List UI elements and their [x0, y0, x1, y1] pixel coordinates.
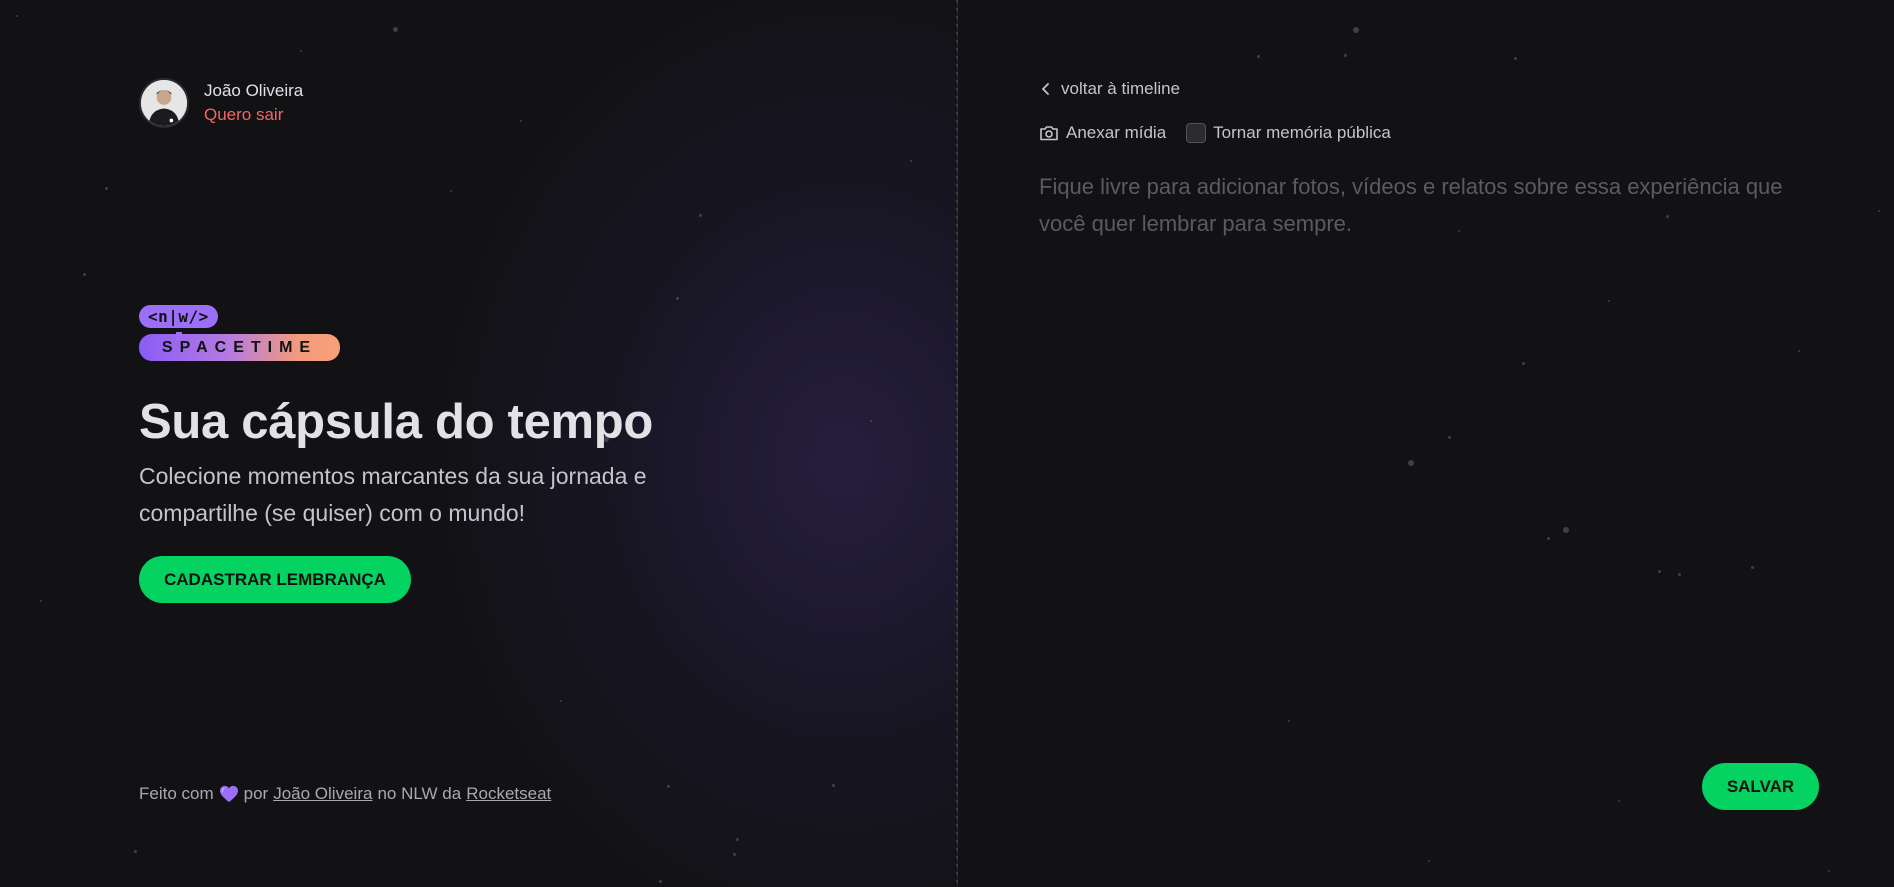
star-dot: [699, 214, 702, 217]
star-dot: [1658, 570, 1661, 573]
star-dot: [16, 15, 18, 17]
star-dot: [83, 273, 86, 276]
purple-heart-icon: [219, 785, 238, 803]
chevron-left-icon: [1042, 83, 1049, 95]
star-dot: [560, 700, 562, 702]
hero-copy: Sua cápsula do tempo Colecione momentos …: [139, 392, 759, 532]
star-dot: [733, 853, 736, 856]
avatar[interactable]: [139, 78, 189, 128]
hero-subtitle: Colecione momentos marcantes da sua jorn…: [139, 463, 647, 526]
star-dot: [105, 187, 108, 190]
user-name: João Oliveira: [204, 81, 304, 100]
author-link[interactable]: João Oliveira: [273, 784, 372, 804]
star-dot: [667, 785, 670, 788]
star-dot: [1828, 870, 1830, 872]
star-dot: [1353, 27, 1359, 33]
star-dot: [300, 50, 302, 52]
star-dot: [393, 27, 398, 32]
nlw-spacetime-logo: <n|w/> SPACETIME: [139, 305, 340, 361]
user-photo-icon: [141, 80, 187, 126]
footer-by: por: [243, 784, 269, 803]
star-dot: [659, 880, 662, 883]
page-title: Sua cápsula do tempo: [139, 395, 654, 449]
public-memory-toggle[interactable]: Tornar memória pública: [1186, 123, 1391, 143]
spacetime-wordmark: SPACETIME: [139, 334, 340, 361]
hero-panel: João Oliveira Quero sair <n|w/> SPACETIM…: [0, 0, 958, 887]
logout-link[interactable]: Quero sair: [204, 103, 303, 127]
star-dot: [1878, 210, 1880, 212]
star-dot: [1288, 720, 1290, 722]
public-memory-checkbox[interactable]: [1186, 123, 1207, 143]
logo-connector: [176, 332, 182, 340]
register-memory-button[interactable]: CADASTRAR LEMBRANÇA: [139, 556, 411, 603]
rocketseat-link[interactable]: Rocketseat: [466, 784, 551, 804]
public-memory-label: Tornar memória pública: [1213, 123, 1391, 142]
credits-footer: Feito com por João Oliveira no NLW da Ro…: [139, 784, 551, 804]
star-dot: [520, 120, 522, 122]
star-dot: [1678, 573, 1681, 576]
footer-middle: no NLW da: [377, 784, 462, 803]
user-profile: João Oliveira Quero sair: [139, 78, 303, 128]
star-dot: [450, 190, 452, 192]
star-dot: [1344, 54, 1347, 57]
star-dot: [1428, 860, 1430, 862]
attach-media-button[interactable]: Anexar mídia: [1039, 123, 1166, 143]
profile-text: João Oliveira Quero sair: [204, 79, 303, 127]
star-dot: [676, 297, 679, 300]
attach-media-label: Anexar mídia: [1066, 123, 1167, 142]
star-dot: [1618, 800, 1620, 802]
camera-icon: [1040, 126, 1058, 141]
save-button[interactable]: SALVAR: [1702, 763, 1819, 810]
footer-prefix: Feito com: [139, 784, 214, 803]
star-dot: [1514, 57, 1517, 60]
star-dot: [870, 420, 872, 422]
star-dot: [736, 838, 739, 841]
star-dot: [910, 160, 912, 162]
nlw-badge: <n|w/>: [139, 305, 218, 328]
star-dot: [1257, 55, 1260, 58]
back-label: voltar à timeline: [1061, 79, 1181, 98]
star-dot: [40, 600, 42, 602]
back-to-timeline-link[interactable]: voltar à timeline: [1039, 79, 1180, 99]
app-root: João Oliveira Quero sair <n|w/> SPACETIM…: [0, 0, 1894, 887]
star-dot: [134, 850, 137, 853]
memory-options: Anexar mídia Tornar memória pública: [1039, 123, 1391, 143]
memory-content-textarea[interactable]: [1039, 168, 1799, 568]
star-dot: [832, 784, 835, 787]
